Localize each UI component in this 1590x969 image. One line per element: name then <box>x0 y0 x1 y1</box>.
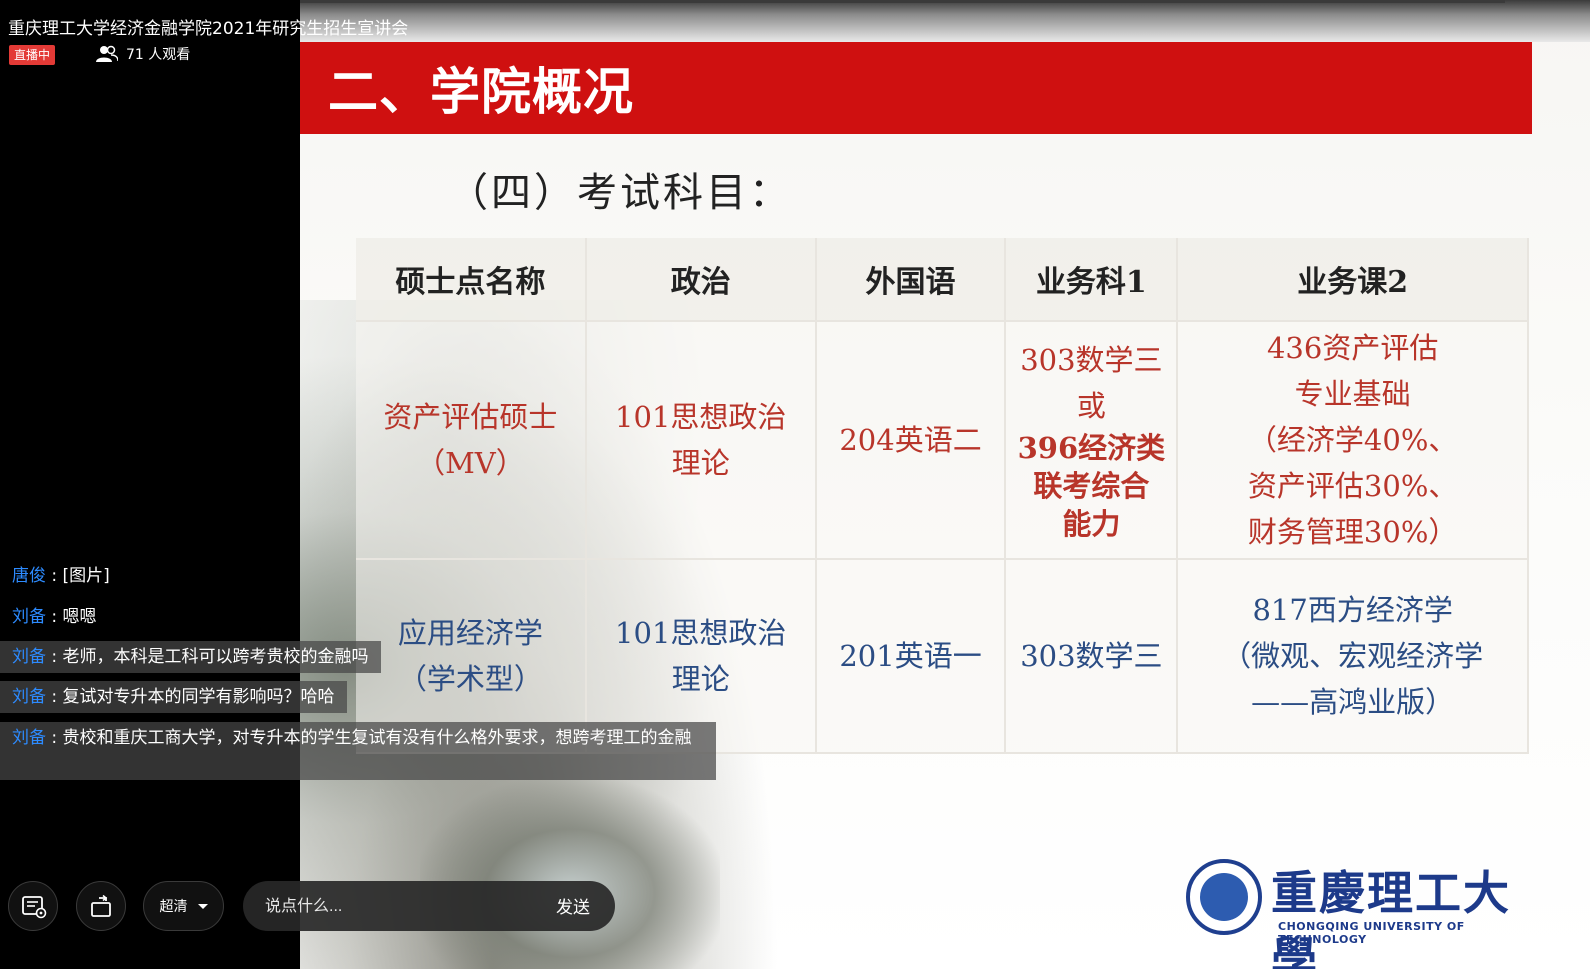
cell-foreign-language: 201英语一 <box>815 559 1007 754</box>
chat-username: 唐俊 <box>12 566 46 586</box>
chat-message: 刘备 : 嗯嗯 <box>12 607 97 627</box>
cell-program: 资产评估硕士 （MV） <box>356 321 587 560</box>
table-header-row: 硕士点名称 政治 外国语 业务科1 业务课2 <box>356 238 1529 322</box>
header-program: 硕士点名称 <box>356 238 587 322</box>
cell-course-1: 303数学三 或 396经济类 联考综合 能力 <box>1005 321 1179 560</box>
chat-text: 贵校和重庆工商大学，对专升本的学生复试有没有什么格外要求，想跨考理工的金融 <box>62 728 692 748</box>
chat-username: 刘备 <box>12 647 46 667</box>
cell-course-2: 436资产评估 专业基础 （经济学40%、 资产评估30%、 财务管理30%） <box>1177 321 1529 560</box>
danmaku-settings-button[interactable] <box>8 881 58 931</box>
slide-heading: 二、学院概况 <box>328 62 634 121</box>
chat-message: 刘备 : 复试对专升本的同学有影响吗？哈哈 <box>0 681 347 713</box>
header-course-1: 业务科1 <box>1005 238 1179 322</box>
viewers-icon <box>96 45 118 62</box>
cell-course-1: 303数学三 <box>1005 559 1179 754</box>
cell-politics: 101思想政治 理论 <box>585 321 817 560</box>
chat-text: [图片] <box>62 566 110 586</box>
slide-title-bar: 二、学院概况 <box>300 42 1532 134</box>
quality-label: 超清 <box>159 899 188 915</box>
quality-selector[interactable]: 超清 <box>143 881 224 931</box>
chevron-down-icon <box>197 903 208 909</box>
cell-foreign-language: 204英语二 <box>815 321 1007 560</box>
table-row: 资产评估硕士 （MV） 101思想政治 理论 204英语二 303数学三 或 3… <box>356 321 1529 560</box>
chat-text: 嗯嗯 <box>62 607 97 627</box>
slide-stream-image <box>420 780 720 969</box>
viewer-count-label: 71 人观看 <box>126 47 191 63</box>
chat-message: 唐俊 : [图片] <box>12 566 110 586</box>
rotate-screen-button[interactable] <box>76 881 126 931</box>
university-name: 重慶理工大學 <box>1271 866 1511 969</box>
danmaku-icon <box>22 896 47 919</box>
rotate-icon <box>91 894 111 917</box>
chat-input[interactable] <box>263 893 517 921</box>
slide-top-shadow <box>300 0 1590 42</box>
chat-message: 刘备 : 贵校和重庆工商大学，对专升本的学生复试有没有什么格外要求，想跨考理工的… <box>0 722 716 780</box>
presentation-slide: 二、学院概况 （四）考试科目： 硕士点名称 政治 外国语 业务科1 业务课2 资… <box>300 0 1590 969</box>
chat-username: 刘备 <box>12 607 46 627</box>
viewer-count: 71 人观看 <box>96 44 190 64</box>
university-english-name: CHONGQING UNIVERSITY OF TECHNOLOGY <box>1278 920 1465 946</box>
chat-username: 刘备 <box>12 728 46 748</box>
video-black-area <box>0 0 300 969</box>
header-politics: 政治 <box>585 238 817 322</box>
stream-title: 重庆理工大学经济金融学院2021年研究生招生宣讲会 <box>8 19 409 39</box>
send-button[interactable]: 发送 <box>556 893 590 918</box>
live-badge: 直播中 <box>9 45 56 65</box>
chat-text: 老师，本科是工科可以跨考贵校的金融吗 <box>62 647 369 667</box>
university-seal-icon <box>1186 859 1262 935</box>
exam-subjects-table: 硕士点名称 政治 外国语 业务科1 业务课2 资产评估硕士 （MV） 101思想… <box>356 238 1529 754</box>
chat-username: 刘备 <box>12 687 46 707</box>
chat-message: 刘备 : 老师，本科是工科可以跨考贵校的金融吗 <box>0 641 381 673</box>
slide-subtitle: （四）考试科目： <box>448 170 792 216</box>
university-logo: 重慶理工大學 CHONGQING UNIVERSITY OF TECHNOLOG… <box>1186 857 1556 969</box>
cell-course-2: 817西方经济学 （微观、宏观经济学 ——高鸿业版） <box>1177 559 1529 754</box>
chat-text: 复试对专升本的同学有影响吗？哈哈 <box>62 687 335 707</box>
header-course-2: 业务课2 <box>1177 238 1529 322</box>
header-foreign-language: 外国语 <box>815 238 1007 322</box>
